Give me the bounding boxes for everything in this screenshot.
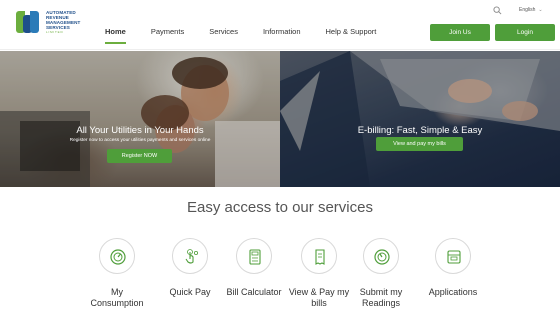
hero-right-title: E-billing: Fast, Simple & Easy [357,125,483,136]
view-pay-bills-button[interactable]: View and pay my bills [376,137,463,151]
services-title: Easy access to our services [187,199,373,216]
service-label: Bill Calculator [226,287,282,297]
service-icon-circle [363,238,399,274]
nav-payments[interactable]: Payments [151,0,184,50]
join-us-button[interactable]: Join Us [430,24,490,41]
service-icon-circle [99,238,135,274]
services-list: My Consumption Quick Pay Bill Calculator [0,238,560,315]
login-button[interactable]: Login [495,24,555,41]
meter-icon [374,249,390,265]
logo[interactable]: AUTOMATED REVENUE MANAGEMENT SERVICES LI… [16,9,92,35]
nav-information[interactable]: Information [263,0,301,50]
service-label: Applications [428,287,478,297]
calculator-icon [249,249,261,265]
hero-left-title: All Your Utilities in Your Hands [76,125,204,136]
nav-home[interactable]: Home [105,0,126,50]
service-view-pay-bills[interactable]: View & Pay my bills [286,238,352,308]
service-applications[interactable]: Applications [420,238,486,298]
service-label: My Consumption [90,287,144,308]
search-icon[interactable] [493,6,502,15]
application-icon [447,250,461,264]
logo-mark-icon [16,9,42,35]
service-submit-readings[interactable]: Submit my Readings [348,238,414,308]
hero-banner-utilities: All Your Utilities in Your Hands Registe… [0,51,280,187]
touch-pay-icon [185,249,198,264]
service-label: Quick Pay [169,287,211,297]
service-quick-pay[interactable]: Quick Pay [157,238,223,298]
service-icon-circle [435,238,471,274]
gauge-icon [110,249,126,265]
main-nav: Home Payments Services Information Help … [105,0,401,50]
bill-icon [315,249,325,265]
register-now-button[interactable]: Register NOW [107,149,172,163]
hero-left-overlay [0,51,280,187]
service-icon-circle [172,238,208,274]
chevron-down-icon: ⌄ [538,7,543,13]
service-icon-circle [236,238,272,274]
nav-help-support[interactable]: Help & Support [326,0,377,50]
service-bill-calculator[interactable]: Bill Calculator [221,238,287,298]
language-label: English [519,7,536,13]
service-label: Submit my Readings [359,287,403,308]
service-label: View & Pay my bills [288,287,350,308]
hero-right-overlay [280,51,560,187]
logo-line-5: LIMITED [46,29,64,34]
hero-left-subtitle: Register now to access your utilities pa… [69,138,211,143]
service-icon-circle [301,238,337,274]
hero-banner-ebilling: E-billing: Fast, Simple & Easy View and … [280,51,560,187]
service-my-consumption[interactable]: My Consumption [84,238,150,308]
nav-services[interactable]: Services [209,0,238,50]
logo-text: AUTOMATED REVENUE MANAGEMENT SERVICES LI… [46,10,92,35]
site-header: AUTOMATED REVENUE MANAGEMENT SERVICES LI… [0,0,560,50]
language-selector[interactable]: English ⌄ [519,7,543,13]
